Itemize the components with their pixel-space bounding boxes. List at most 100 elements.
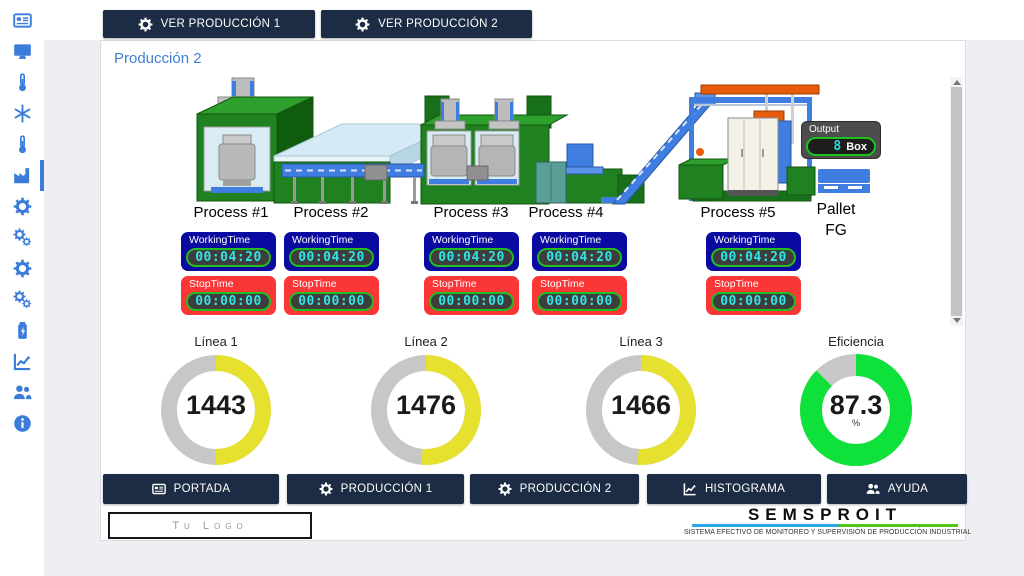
output-display: Output 8 Box bbox=[801, 121, 881, 159]
portada-label: PORTADA bbox=[174, 483, 231, 495]
card-icon bbox=[13, 11, 32, 30]
stop-time-panel-4: StopTime 00:00:00 bbox=[532, 276, 627, 315]
stop-time-value: 00:00:00 bbox=[195, 294, 262, 309]
stop-time-panel-2: StopTime 00:00:00 bbox=[284, 276, 379, 315]
output-value: 8 bbox=[833, 139, 841, 154]
working-time-label: WorkingTime bbox=[284, 232, 379, 248]
output-label: Output bbox=[802, 122, 880, 137]
customer-logo-placeholder: Tu Logo bbox=[108, 512, 312, 539]
gauge-title: Línea 1 bbox=[156, 334, 276, 349]
stop-time-panel-1: StopTime 00:00:00 bbox=[181, 276, 276, 315]
process-4-label: Process #4 bbox=[511, 204, 621, 221]
sidebar-item-settings-1[interactable] bbox=[0, 191, 44, 222]
working-time-value: 00:04:20 bbox=[438, 250, 505, 265]
stop-time-value: 00:00:00 bbox=[438, 294, 505, 309]
ver-produccion-1-button[interactable]: VER PRODUCCIÓN 1 bbox=[103, 10, 315, 38]
gauge-eficiencia: Eficiencia 87.3% bbox=[796, 334, 916, 468]
process-3-label: Process #3 bbox=[416, 204, 526, 221]
info-icon bbox=[13, 414, 32, 433]
sidebar-item-portada[interactable] bbox=[0, 5, 44, 36]
gear-icon bbox=[355, 17, 370, 32]
brand-tagline: SISTEMA EFECTIVO DE MONITOREO Y SUPERVIS… bbox=[684, 529, 966, 536]
sidebar-item-temperature-1[interactable] bbox=[0, 67, 44, 98]
gear-icon bbox=[138, 17, 153, 32]
gauge-unit: % bbox=[852, 418, 860, 428]
working-time-panel-3: WorkingTime 00:04:20 bbox=[424, 232, 519, 271]
working-time-panel-5: WorkingTime 00:04:20 bbox=[706, 232, 801, 271]
sidebar-item-cooling[interactable] bbox=[0, 98, 44, 129]
active-indicator bbox=[40, 160, 44, 191]
machine-process-5 bbox=[679, 85, 819, 201]
stop-time-panel-3: StopTime 00:00:00 bbox=[424, 276, 519, 315]
gauge-linea-2: Línea 2 1476 bbox=[366, 334, 486, 468]
sidebar-item-process-1[interactable] bbox=[0, 222, 44, 253]
sidebar-item-temperature-2[interactable] bbox=[0, 129, 44, 160]
sidebar-item-process-2[interactable] bbox=[0, 284, 44, 315]
factory-icon bbox=[13, 166, 32, 185]
working-time-value: 00:04:20 bbox=[195, 250, 262, 265]
working-time-panel-2: WorkingTime 00:04:20 bbox=[284, 232, 379, 271]
stop-time-label: StopTime bbox=[284, 276, 379, 292]
sidebar-item-production[interactable] bbox=[0, 160, 44, 191]
monitor-icon bbox=[13, 42, 32, 61]
ver-produccion-1-label: VER PRODUCCIÓN 1 bbox=[161, 18, 281, 30]
gear-icon bbox=[319, 482, 333, 496]
scroll-down-icon[interactable] bbox=[953, 318, 961, 323]
stop-time-value: 00:00:00 bbox=[546, 294, 613, 309]
produccion-2-button[interactable]: PRODUCCIÓN 2 bbox=[470, 474, 639, 504]
sidebar-item-histogram[interactable] bbox=[0, 346, 44, 377]
sidebar-item-settings-2[interactable] bbox=[0, 253, 44, 284]
gauge-value: 1443 bbox=[186, 392, 246, 418]
chart-line-icon bbox=[683, 482, 697, 496]
pallet-label: Pallet FG bbox=[799, 199, 873, 241]
customer-logo-text: Tu Logo bbox=[172, 520, 247, 532]
thermometer-icon bbox=[13, 73, 32, 92]
process-2-label: Process #2 bbox=[276, 204, 386, 221]
brand-name: SEMSPROIT bbox=[684, 506, 966, 524]
snowflake-icon bbox=[13, 104, 32, 123]
histograma-label: HISTOGRAMA bbox=[705, 483, 785, 495]
produccion-1-button[interactable]: PRODUCCIÓN 1 bbox=[287, 474, 464, 504]
scroll-up-icon[interactable] bbox=[953, 80, 961, 85]
stop-time-label: StopTime bbox=[181, 276, 276, 292]
working-time-value: 00:04:20 bbox=[546, 250, 613, 265]
histograma-button[interactable]: HISTOGRAMA bbox=[647, 474, 821, 504]
stop-time-value: 00:00:00 bbox=[298, 294, 365, 309]
semsproit-logo: SEMSPROIT SISTEMA EFECTIVO DE MONITOREO … bbox=[684, 506, 966, 536]
users-icon bbox=[866, 482, 880, 496]
ver-produccion-2-button[interactable]: VER PRODUCCIÓN 2 bbox=[321, 10, 532, 38]
diagram-scrollbar[interactable] bbox=[950, 77, 963, 326]
gauge-title: Línea 2 bbox=[366, 334, 486, 349]
sidebar-item-energy[interactable] bbox=[0, 315, 44, 346]
gauge-title: Línea 3 bbox=[581, 334, 701, 349]
gears-icon bbox=[13, 228, 32, 247]
working-time-panel-4: WorkingTime 00:04:20 bbox=[532, 232, 627, 271]
working-time-label: WorkingTime bbox=[706, 232, 801, 248]
portada-button[interactable]: PORTADA bbox=[103, 474, 279, 504]
stop-time-label: StopTime bbox=[424, 276, 519, 292]
gear-icon bbox=[498, 482, 512, 496]
output-counter: 8 Box bbox=[806, 137, 876, 156]
sidebar bbox=[0, 0, 44, 576]
working-time-panel-1: WorkingTime 00:04:20 bbox=[181, 232, 276, 271]
stop-time-label: StopTime bbox=[706, 276, 801, 292]
card-icon bbox=[152, 482, 166, 496]
sidebar-item-info[interactable] bbox=[0, 408, 44, 439]
process-1-label: Process #1 bbox=[176, 204, 286, 221]
gauge-title: Eficiencia bbox=[796, 334, 916, 349]
gears-icon bbox=[13, 290, 32, 309]
gauge-value: 87.3 bbox=[830, 392, 883, 418]
scrollbar-thumb[interactable] bbox=[951, 87, 962, 316]
ayuda-label: AYUDA bbox=[888, 483, 928, 495]
sidebar-item-users[interactable] bbox=[0, 377, 44, 408]
produccion-2-label: PRODUCCIÓN 2 bbox=[520, 483, 612, 495]
gauge-value: 1466 bbox=[611, 392, 671, 418]
sidebar-item-monitor[interactable] bbox=[0, 36, 44, 67]
gauge-value: 1476 bbox=[396, 392, 456, 418]
working-time-value: 00:04:20 bbox=[720, 250, 787, 265]
battery-icon bbox=[13, 321, 32, 340]
ayuda-button[interactable]: AYUDA bbox=[827, 474, 967, 504]
brand-divider bbox=[692, 524, 958, 527]
chart-line-icon bbox=[13, 352, 32, 371]
users-icon bbox=[13, 383, 32, 402]
